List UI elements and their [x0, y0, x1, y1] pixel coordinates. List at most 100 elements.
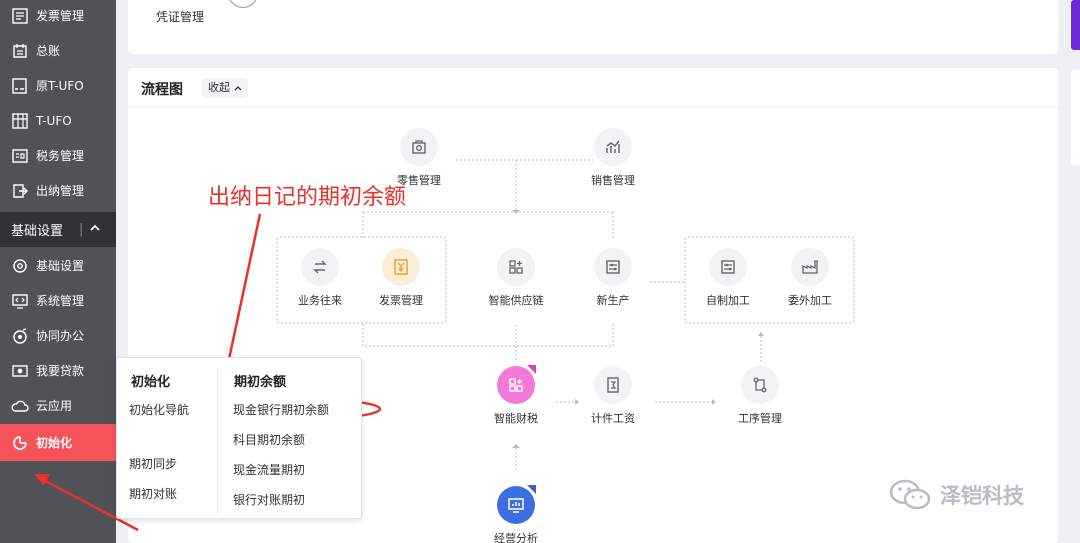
divider — [128, 107, 1058, 108]
cashier-icon — [11, 182, 29, 200]
flow-node-process-mgmt[interactable]: 工序管理 — [720, 366, 800, 426]
monitor-analytics-icon — [497, 485, 536, 524]
sales-chart-icon — [594, 128, 632, 166]
collaboration-icon — [11, 327, 29, 345]
sidebar-item-label: 出纳管理 — [36, 184, 85, 198]
menu-item-account-opening[interactable]: 科目期初余额 — [233, 431, 305, 448]
invoice-yen-icon — [382, 248, 420, 286]
sidebar-item-label: 云应用 — [36, 399, 73, 413]
sliders-panel-icon — [594, 248, 632, 286]
popup-divider — [217, 370, 218, 513]
collapse-label: 收起 — [208, 81, 230, 94]
flow-node-outsource[interactable]: 委外加工 — [770, 248, 850, 308]
corner-badge — [527, 365, 536, 374]
sidebar-item-ledger[interactable]: 总账 — [0, 33, 116, 68]
wage-card-icon — [594, 366, 632, 404]
loan-cash-icon — [11, 362, 29, 380]
popup-left-title: 初始化 — [131, 375, 171, 390]
factory-icon — [791, 248, 829, 286]
store-icon — [400, 128, 438, 166]
flow-node-supply-chain[interactable]: 智能供应链 — [476, 248, 556, 308]
flow-node-label: 智能供应链 — [488, 294, 544, 307]
chevron-up-icon[interactable] — [89, 222, 101, 237]
sidebar-item-label: T-UFO — [36, 113, 72, 128]
flow-node-analysis[interactable]: 经营分析 — [476, 485, 556, 543]
menu-item-init-reconcile[interactable]: 期初对账 — [129, 485, 177, 502]
sidebar-item-loan[interactable]: 我要贷款 — [0, 353, 116, 388]
init-chart-icon — [11, 434, 29, 452]
report-table-icon — [11, 112, 29, 130]
invoice-icon — [11, 7, 29, 25]
sidebar-item-label: 总账 — [36, 44, 61, 58]
sidebar-item-collab[interactable]: 协同办公 — [0, 318, 116, 353]
cloud-icon — [11, 397, 29, 415]
process-flow-icon — [741, 366, 779, 404]
sidebar-item-init[interactable]: 初始化 — [0, 424, 116, 461]
right-side-panel — [1071, 70, 1080, 165]
init-popup-menu: 初始化 初始化导航 期初同步 期初对账 期初余额 现金银行期初余额 科目期初余额… — [116, 357, 362, 519]
sidebar-item-system[interactable]: 系统管理 — [0, 283, 116, 318]
menu-item-cash-bank-opening[interactable]: 现金银行期初余额 — [233, 401, 329, 418]
ufo-report-icon — [11, 77, 29, 95]
sidebar-item-old-ufo[interactable]: 原T-UFO — [0, 68, 116, 103]
flow-node-production[interactable]: 新生产 — [573, 248, 653, 308]
add-circle-icon[interactable] — [228, 0, 258, 8]
flow-node-smart-tax[interactable]: 智能财税 — [476, 365, 556, 426]
collapse-toggle-button[interactable]: 收起 — [202, 78, 248, 98]
apps-grid-icon — [497, 248, 535, 286]
settings-gear-icon — [11, 257, 29, 275]
wechat-logo-icon — [889, 479, 931, 510]
flow-node-label: 委外加工 — [788, 294, 832, 307]
annotation-callout: 出纳日记的期初余额 — [208, 185, 407, 210]
section-separator: | — [79, 222, 84, 237]
sidebar-item-tax[interactable]: 税务管理 — [0, 138, 116, 173]
flow-node-label: 智能财税 — [494, 412, 538, 425]
flow-node-label: 业务往来 — [298, 294, 342, 307]
flow-node-label: 新生产 — [596, 294, 630, 307]
sidebar-item-label: 基础设置 — [36, 259, 85, 273]
menu-item-init-guide[interactable]: 初始化导航 — [129, 401, 189, 418]
flow-node-self-process[interactable]: 自制加工 — [688, 248, 768, 308]
menu-item-cashflow-opening[interactable]: 现金流量期初 — [233, 461, 305, 478]
flow-node-label: 自制加工 — [706, 294, 750, 307]
flow-node-label: 发票管理 — [379, 294, 423, 307]
sliders-panel-icon — [709, 248, 747, 286]
section-label: 基础设置 — [11, 224, 64, 239]
flow-node-label: 计件工资 — [591, 412, 635, 425]
sidebar-item-label: 协同办公 — [36, 329, 85, 343]
sidebar-item-label: 初始化 — [36, 436, 73, 450]
flow-node-label: 销售管理 — [591, 174, 635, 187]
exchange-arrows-icon — [301, 248, 339, 286]
flow-node-label: 工序管理 — [738, 412, 782, 425]
sidebar-item-basic-settings[interactable]: 基础设置 — [0, 248, 116, 283]
corner-badge — [527, 485, 536, 494]
sidebar-item-label: 税务管理 — [36, 149, 85, 163]
sidebar-item-label: 系统管理 — [36, 294, 85, 308]
sidebar-item-label: 发票管理 — [36, 9, 85, 23]
menu-item-bank-reconcile-opening[interactable]: 银行对账期初 — [233, 491, 305, 508]
watermark: 泽铠科技 — [888, 478, 1024, 512]
popup-right-title: 期初余额 — [234, 375, 287, 390]
right-accent-panel — [1071, 0, 1080, 50]
voucher-management-link[interactable]: 凭证管理 — [156, 8, 204, 25]
sidebar-item-invoice[interactable]: 发票管理 — [0, 0, 116, 33]
flow-node-piece-wage[interactable]: 计件工资 — [573, 366, 653, 426]
top-card: 凭证管理 — [128, 0, 1058, 54]
section-header-basic-settings[interactable]: 基础设置 | — [0, 212, 116, 247]
tax-icon — [11, 147, 29, 165]
watermark-text: 泽铠科技 — [940, 484, 1024, 508]
flow-node-business[interactable]: 业务往来 — [280, 248, 360, 308]
monitor-code-icon — [11, 292, 29, 310]
sidebar: 发票管理 总账 原T-UFO T-UFO 税务管理 出纳管理 基础设置 | 基础… — [0, 0, 116, 543]
ledger-icon — [11, 42, 29, 60]
menu-item-init-sync[interactable]: 期初同步 — [129, 455, 177, 472]
sidebar-item-cloud[interactable]: 云应用 — [0, 388, 116, 423]
flow-node-sales[interactable]: 销售管理 — [573, 128, 653, 188]
sidebar-item-t-ufo[interactable]: T-UFO — [0, 103, 116, 138]
apps-grid-icon — [497, 365, 536, 404]
flow-node-invoice[interactable]: 发票管理 — [361, 248, 441, 308]
flow-node-label: 经营分析 — [494, 532, 538, 543]
sidebar-item-cashier[interactable]: 出纳管理 — [0, 173, 116, 208]
flow-chart-title: 流程图 — [141, 82, 183, 98]
sidebar-item-label: 原T-UFO — [36, 79, 84, 93]
